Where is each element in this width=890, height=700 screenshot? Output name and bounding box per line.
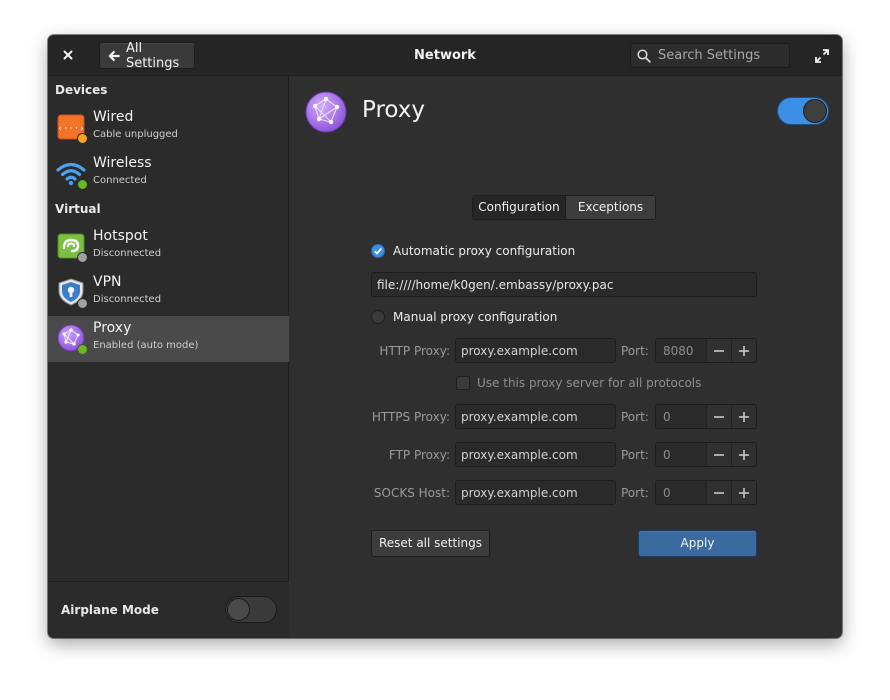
port-label: Port: bbox=[621, 448, 649, 462]
section-heading-devices: Devices bbox=[55, 83, 108, 97]
sidebar-item-wireless[interactable]: Wireless Connected bbox=[48, 151, 289, 197]
status-dot bbox=[77, 252, 88, 263]
page-title: Proxy bbox=[362, 97, 426, 123]
sidebar-item-status: Disconnected bbox=[93, 248, 162, 259]
proxy-globe-icon bbox=[305, 91, 347, 133]
https-proxy-label: HTTPS Proxy: bbox=[371, 410, 450, 424]
port-label: Port: bbox=[621, 344, 649, 358]
ftp-proxy-label: FTP Proxy: bbox=[388, 448, 450, 462]
sidebar-item-label: Wired bbox=[93, 109, 134, 125]
close-button[interactable] bbox=[58, 45, 78, 65]
sidebar-item-label: Hotspot bbox=[93, 228, 148, 244]
proxy-page: Proxy Configuration Exceptions Automatic… bbox=[290, 76, 842, 638]
port-label: Port: bbox=[621, 410, 649, 424]
sidebar-item-label: VPN bbox=[93, 274, 122, 290]
sidebar-item-status: Connected bbox=[93, 175, 147, 186]
ftp-port-spinner[interactable] bbox=[655, 442, 757, 467]
sidebar-item-hotspot[interactable]: Hotspot Disconnected bbox=[48, 224, 289, 270]
section-heading-virtual: Virtual bbox=[55, 202, 101, 216]
http-port-input[interactable] bbox=[656, 339, 706, 362]
socks-port-spinner[interactable] bbox=[655, 480, 757, 505]
https-port-spinner[interactable] bbox=[655, 404, 757, 429]
all-settings-label: All Settings bbox=[125, 40, 180, 71]
settings-window: All Settings Network Devices ‹···› Wired bbox=[48, 35, 842, 638]
sidebar-item-status: Cable unplugged bbox=[93, 129, 178, 140]
https-proxy-input[interactable] bbox=[455, 404, 616, 429]
decrement-button[interactable] bbox=[706, 405, 731, 428]
minus-icon bbox=[714, 415, 724, 418]
maximize-icon bbox=[815, 49, 829, 63]
sidebar-item-proxy[interactable]: Proxy Enabled (auto mode) bbox=[48, 316, 289, 362]
plus-icon bbox=[739, 449, 749, 460]
checkbox-unchecked-icon bbox=[456, 376, 470, 390]
plus-icon bbox=[739, 411, 749, 422]
minus-icon bbox=[714, 453, 724, 456]
increment-button[interactable] bbox=[731, 339, 756, 362]
socks-host-input[interactable] bbox=[455, 480, 616, 505]
header-bar: All Settings Network bbox=[48, 35, 842, 76]
airplane-mode-switch[interactable] bbox=[225, 596, 277, 623]
decrement-button[interactable] bbox=[706, 443, 731, 466]
minus-icon bbox=[714, 349, 724, 352]
proxy-enable-switch[interactable] bbox=[777, 97, 829, 125]
mode-tabs: Configuration Exceptions bbox=[472, 195, 656, 220]
pac-url-input[interactable] bbox=[371, 272, 757, 297]
ftp-port-input[interactable] bbox=[656, 443, 706, 466]
use-for-all-label: Use this proxy server for all protocols bbox=[477, 376, 702, 390]
plus-icon bbox=[739, 345, 749, 356]
ftp-proxy-input[interactable] bbox=[455, 442, 616, 467]
arrow-left-icon bbox=[108, 50, 120, 61]
sidebar-item-wired[interactable]: ‹···› Wired Cable unplugged bbox=[48, 105, 289, 151]
search-input[interactable] bbox=[658, 48, 778, 63]
port-label: Port: bbox=[621, 486, 649, 500]
tab-configuration[interactable]: Configuration bbox=[473, 196, 565, 219]
search-icon bbox=[637, 48, 651, 63]
close-icon bbox=[63, 50, 73, 60]
switch-knob bbox=[227, 598, 250, 621]
manual-proxy-label: Manual proxy configuration bbox=[393, 310, 558, 324]
maximize-button[interactable] bbox=[814, 48, 830, 64]
status-dot bbox=[77, 133, 88, 144]
sidebar-footer: Airplane Mode bbox=[48, 581, 289, 638]
radio-unchecked-icon bbox=[371, 310, 385, 324]
manual-proxy-radio[interactable]: Manual proxy configuration bbox=[371, 310, 557, 324]
reset-all-settings-button[interactable]: Reset all settings bbox=[371, 530, 490, 557]
http-port-spinner[interactable] bbox=[655, 338, 757, 363]
status-dot bbox=[77, 298, 88, 309]
plus-icon bbox=[739, 487, 749, 498]
http-proxy-label: HTTP Proxy: bbox=[379, 344, 450, 358]
http-proxy-input[interactable] bbox=[455, 338, 616, 363]
socks-port-input[interactable] bbox=[656, 481, 706, 504]
sidebar-item-status: Enabled (auto mode) bbox=[93, 340, 199, 351]
all-settings-button[interactable]: All Settings bbox=[99, 40, 195, 71]
use-for-all-checkbox[interactable]: Use this proxy server for all protocols bbox=[456, 376, 701, 390]
sidebar-item-vpn[interactable]: VPN Disconnected bbox=[48, 270, 289, 316]
increment-button[interactable] bbox=[731, 481, 756, 504]
decrement-button[interactable] bbox=[706, 481, 731, 504]
sidebar-item-label: Proxy bbox=[93, 320, 132, 336]
decrement-button[interactable] bbox=[706, 339, 731, 362]
socks-host-label: SOCKS Host: bbox=[373, 486, 450, 500]
search-field[interactable] bbox=[630, 43, 790, 68]
auto-proxy-label: Automatic proxy configuration bbox=[393, 244, 576, 258]
airplane-mode-label: Airplane Mode bbox=[61, 603, 159, 617]
sidebar-item-status: Disconnected bbox=[93, 294, 162, 305]
auto-proxy-radio[interactable]: Automatic proxy configuration bbox=[371, 244, 575, 258]
apply-button[interactable]: Apply bbox=[638, 530, 757, 557]
sidebar-item-label: Wireless bbox=[93, 155, 152, 171]
increment-button[interactable] bbox=[731, 443, 756, 466]
https-port-input[interactable] bbox=[656, 405, 706, 428]
tab-exceptions[interactable]: Exceptions bbox=[565, 196, 655, 219]
radio-checked-icon bbox=[371, 244, 385, 258]
switch-knob bbox=[803, 99, 827, 123]
increment-button[interactable] bbox=[731, 405, 756, 428]
status-dot bbox=[77, 344, 88, 355]
sidebar: Devices ‹···› Wired Cable unplugged Wire… bbox=[48, 76, 289, 638]
minus-icon bbox=[714, 491, 724, 494]
status-dot bbox=[77, 179, 88, 190]
